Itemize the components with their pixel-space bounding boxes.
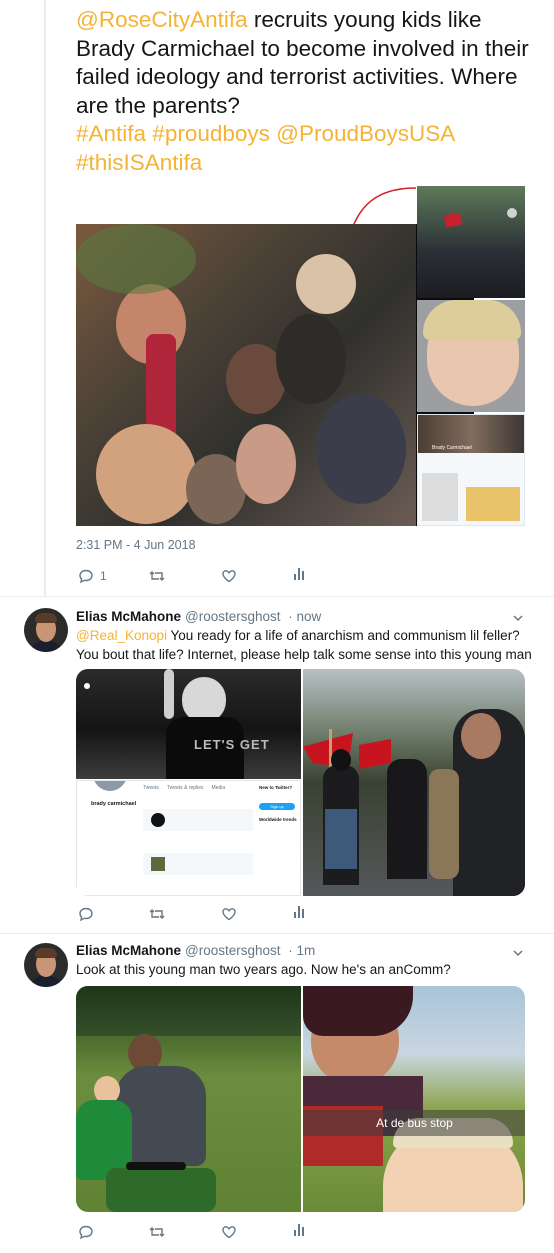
profile-tab[interactable]: Tweets <box>143 785 159 791</box>
tweet-timestamp[interactable]: 2:31 PM - 4 Jun 2018 <box>76 538 196 552</box>
profile-tab[interactable]: Media <box>212 785 226 791</box>
analytics-icon <box>294 1224 304 1236</box>
profile-screenshot[interactable]: Tweets Tweets & replies Media brady carm… <box>76 780 301 896</box>
tweet-header: Elias McMahone @roostersghost · 1m <box>76 943 315 958</box>
thumb-face[interactable] <box>417 300 525 412</box>
reply-icon <box>79 569 93 584</box>
retweet-button[interactable] <box>148 906 166 922</box>
group-photo[interactable] <box>76 224 416 526</box>
photo-selfie[interactable]: At de bus stop <box>303 986 525 1212</box>
display-name[interactable]: Elias McMahone <box>76 943 181 958</box>
reply-button[interactable] <box>78 906 94 922</box>
like-button[interactable] <box>221 906 237 922</box>
hashtags[interactable]: #Antifa #proudboys @ProudBoysUSA <box>76 121 455 146</box>
tweet-text: @RoseCityAntifa recruits young kids like… <box>76 6 546 177</box>
tweet-actions <box>76 1224 316 1244</box>
avatar[interactable] <box>24 943 68 987</box>
retweet-icon <box>149 909 165 919</box>
like-icon <box>222 1226 236 1239</box>
media-collage[interactable]: Brady Carmichael <box>417 186 525 526</box>
analytics-button[interactable] <box>294 1224 304 1236</box>
like-button[interactable] <box>221 1224 237 1240</box>
thumb-facebook-profile[interactable]: Brady Carmichael <box>417 414 525 526</box>
signup-button[interactable]: Sign up <box>259 803 295 810</box>
analytics-icon <box>294 568 304 580</box>
analytics-button[interactable] <box>294 906 304 918</box>
trends-title: Worldwide trends <box>259 817 297 822</box>
user-handle[interactable]: @roostersghost <box>185 609 281 624</box>
profile-tab[interactable]: Tweets & replies <box>167 785 204 791</box>
tweet-media[interactable]: At de bus stop <box>76 986 525 1212</box>
tweet-time[interactable]: · now <box>288 609 321 624</box>
snap-caption: At de bus stop <box>303 1110 525 1136</box>
thread-line <box>44 0 46 596</box>
tweet-text-line: You bout that life? Internet, please hel… <box>76 646 532 662</box>
like-icon <box>222 570 236 583</box>
tweet-media[interactable]: LET'S GET Tweets Tweets & replies Media … <box>76 669 525 896</box>
mention-link[interactable]: @Real_Konopi <box>76 628 167 643</box>
tweet-header: Elias McMahone @roostersghost · now <box>76 609 321 624</box>
tweet-text: Look at this young man two years ago. No… <box>76 962 451 977</box>
retweet-icon <box>149 571 165 581</box>
profile-name: brady carmichael <box>91 801 137 807</box>
tweet-actions <box>76 906 316 926</box>
thumb-protest[interactable] <box>417 186 525 298</box>
mention-link[interactable]: @RoseCityAntifa <box>76 7 248 32</box>
like-icon <box>222 908 236 921</box>
chevron-down-icon[interactable] <box>512 612 524 624</box>
retweet-button[interactable] <box>148 1224 166 1240</box>
retweet-icon <box>149 1227 165 1237</box>
photo-night[interactable]: LET'S GET <box>76 669 301 779</box>
like-button[interactable] <box>221 568 237 584</box>
hashtag[interactable]: #thisISAntifa <box>76 150 202 175</box>
thumb-profile-name: Brady Carmichael <box>432 445 472 451</box>
tweet-actions: 1 <box>76 568 316 588</box>
photo-lawn[interactable] <box>76 986 301 1212</box>
retweet-button[interactable] <box>148 568 166 584</box>
reply-icon <box>79 1225 93 1240</box>
photo-protest[interactable] <box>303 669 525 896</box>
tweet-time[interactable]: · 1m <box>288 943 315 958</box>
user-handle[interactable]: @roostersghost <box>185 943 281 958</box>
avatar[interactable] <box>24 608 68 652</box>
reply-button[interactable] <box>78 1224 94 1240</box>
tweet-text: @Real_Konopi You ready for a life of ana… <box>76 627 532 664</box>
divider <box>0 596 554 597</box>
chevron-down-icon[interactable] <box>512 947 524 959</box>
shirt-text: LET'S GET <box>194 737 270 752</box>
tweet-media[interactable]: Brady Carmichael <box>76 186 525 526</box>
analytics-button[interactable] <box>294 568 304 580</box>
divider <box>0 933 554 934</box>
reply-button[interactable]: 1 <box>78 568 107 584</box>
reply-count: 1 <box>100 569 107 583</box>
reply-icon <box>79 907 93 922</box>
analytics-icon <box>294 906 304 918</box>
sidebar-title: New to Twitter? <box>259 785 293 790</box>
display-name[interactable]: Elias McMahone <box>76 609 181 624</box>
tweet-text-line: You ready for a life of anarchism and co… <box>170 628 520 643</box>
